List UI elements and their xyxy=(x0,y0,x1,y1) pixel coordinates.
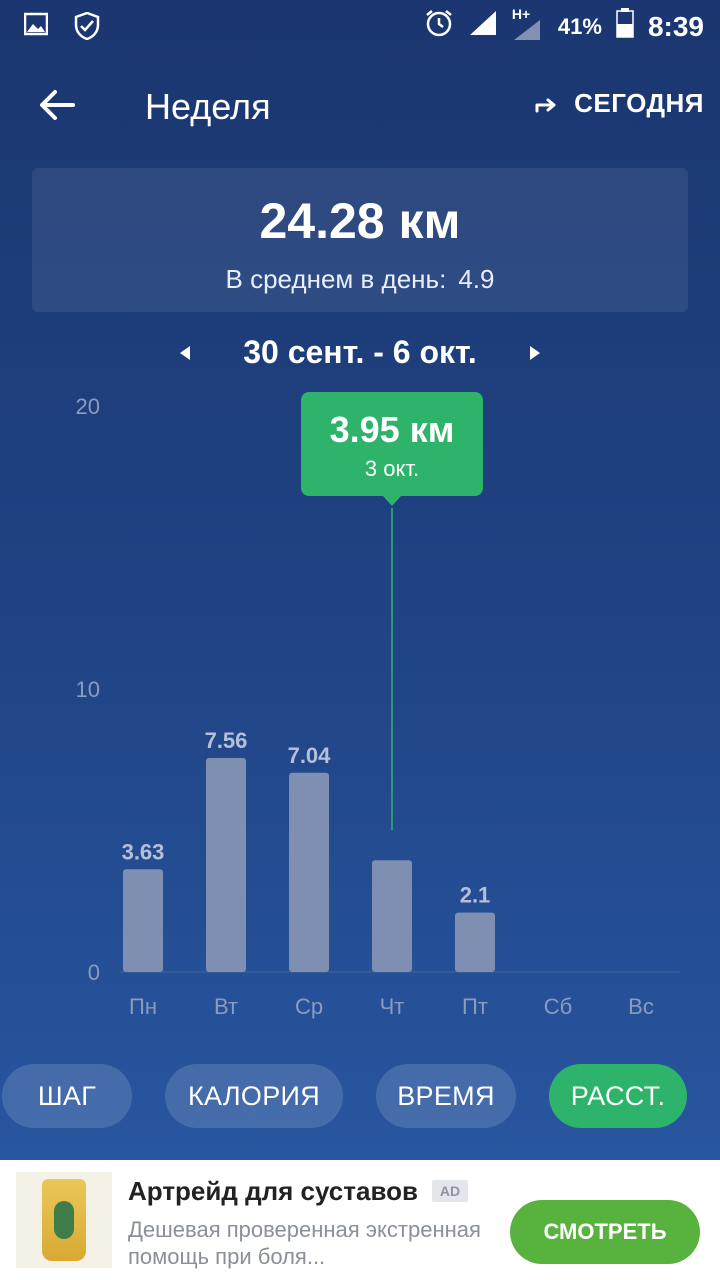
tab-calories[interactable]: КАЛОРИЯ xyxy=(165,1064,343,1128)
alarm-icon xyxy=(424,8,454,45)
bar-value-label: 2.1 xyxy=(460,883,491,908)
y-tick-label: 20 xyxy=(76,394,100,419)
battery-percent: 41% xyxy=(557,13,602,39)
ointment-tube-icon xyxy=(42,1179,86,1261)
status-bar: H+ 41% 8:39 xyxy=(0,0,720,50)
today-label: СЕГОДНЯ xyxy=(574,88,704,118)
back-button[interactable] xyxy=(30,80,84,130)
day-label: Ср xyxy=(295,994,323,1019)
week-range: 30 сент. - 6 окт. xyxy=(243,334,477,370)
shield-check-icon xyxy=(74,11,100,45)
today-button[interactable]: СЕГОДНЯ xyxy=(534,88,704,119)
tab-time-label: ВРЕМЯ xyxy=(397,1080,495,1111)
tab-steps-label: ШАГ xyxy=(37,1080,97,1111)
bar-2 xyxy=(289,772,329,972)
ad-title: Артрейд для суставов xyxy=(128,1176,418,1206)
summary-card: 24.28 км В среднем в день: 4.9 xyxy=(32,168,688,312)
day-label: Вт xyxy=(214,994,238,1019)
day-label: Вс xyxy=(628,994,654,1019)
ad-product-image xyxy=(16,1172,112,1268)
tooltip-value: 3.95 км xyxy=(330,409,455,450)
clock: 8:39 xyxy=(647,10,704,42)
bar-value-label: 3.63 xyxy=(122,839,165,864)
week-navigator: 30 сент. - 6 окт. xyxy=(0,330,720,378)
bar-3 xyxy=(372,860,412,972)
ad-banner[interactable]: Артрейд для суставов AD Дешевая проверен… xyxy=(0,1160,720,1280)
day-label: Пн xyxy=(129,994,157,1019)
day-label: Пт xyxy=(462,994,488,1019)
ad-watch-button[interactable]: СМОТРЕТЬ xyxy=(510,1200,700,1264)
tab-time[interactable]: ВРЕМЯ xyxy=(376,1064,516,1128)
day-label: Сб xyxy=(544,994,573,1019)
distance-bar-chart[interactable]: 0 10 20 3.63 Пн 7.56 Вт 7.04 Ср Чт 2.1 Пт Сб Вс 3.95 к… xyxy=(0,380,720,1040)
daily-average-label: В среднем в день: xyxy=(225,264,447,294)
bar-1 xyxy=(206,758,246,972)
tooltip-date: 3 окт. xyxy=(365,456,419,481)
tab-distance[interactable]: РАССТ. xyxy=(549,1064,687,1128)
tab-steps[interactable]: ШАГ xyxy=(2,1064,132,1128)
ad-badge: AD xyxy=(432,1180,468,1202)
daily-average: В среднем в день: 4.9 xyxy=(32,264,688,295)
next-week-button[interactable] xyxy=(520,338,550,368)
tab-calories-label: КАЛОРИЯ xyxy=(187,1080,321,1111)
caret-right-icon xyxy=(530,346,540,360)
page-title: Неделя xyxy=(145,86,271,127)
metric-tabs: ШАГ КАЛОРИЯ ВРЕМЯ РАССТ. xyxy=(0,1064,720,1128)
network-type-label: H+ xyxy=(511,5,531,22)
tooltip-pointer xyxy=(383,496,401,506)
bar-0 xyxy=(123,869,163,972)
day-label: Чт xyxy=(380,994,405,1019)
arrow-back-icon xyxy=(40,90,75,120)
image-icon xyxy=(23,12,49,45)
y-tick-label: 10 xyxy=(76,677,100,702)
bar-value-label: 7.04 xyxy=(288,743,332,768)
ad-description: Дешевая проверенная экстренная помощь пр… xyxy=(128,1217,481,1269)
total-distance: 24.28 км xyxy=(259,193,461,249)
tab-distance-label: РАССТ. xyxy=(570,1080,666,1111)
app-header: Неделя СЕГОДНЯ xyxy=(0,66,720,146)
battery-icon xyxy=(616,8,634,45)
daily-average-value: 4.9 xyxy=(458,264,495,294)
bar-4 xyxy=(455,912,495,972)
signal-hplus-icon: H+ xyxy=(512,6,544,42)
signal-icon xyxy=(468,9,498,44)
redo-icon xyxy=(535,98,556,112)
y-tick-label: 0 xyxy=(88,960,100,985)
bar-value-label: 7.56 xyxy=(205,728,248,753)
